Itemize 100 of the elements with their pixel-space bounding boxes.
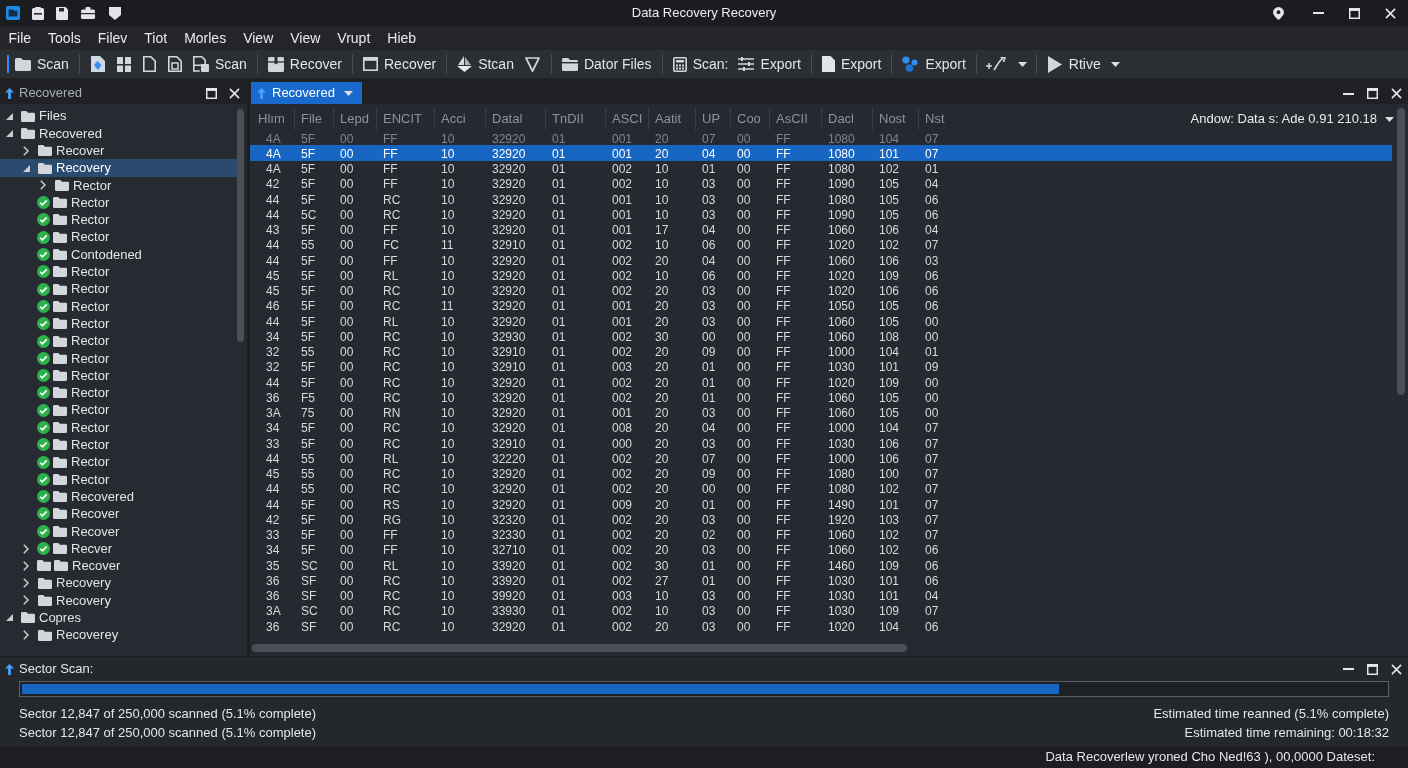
tree-item[interactable]: Copres <box>0 609 237 627</box>
tab[interactable]: Recovered <box>251 82 362 104</box>
tree-item[interactable]: Recovery <box>0 159 237 177</box>
tree-item[interactable]: Rector <box>0 194 237 212</box>
table-row[interactable]: 34 5F 00 RC 10 32930 01 002 30 00 00 FF 1060 108 00 <box>250 328 1392 344</box>
document-icon[interactable] <box>142 56 156 72</box>
maximize-icon[interactable] <box>1348 7 1360 19</box>
toolbar-button[interactable]: Export <box>733 52 806 76</box>
tree-item[interactable]: Rector <box>0 366 237 385</box>
scrollbar[interactable] <box>252 644 907 652</box>
toolbar-button[interactable]: Recover <box>358 52 442 76</box>
column-header[interactable]: Nst <box>918 108 957 130</box>
table-row[interactable]: 32 5F 00 RC 10 32910 01 003 20 01 00 FF 1030 101 09 <box>250 358 1392 374</box>
tree-item[interactable]: Recver <box>0 539 237 558</box>
menu-item[interactable]: Tiot <box>135 27 176 49</box>
table-row[interactable]: 36 F5 00 RC 10 32920 01 002 20 01 00 FF 1060 105 00 <box>250 389 1392 405</box>
tree-item[interactable]: Files <box>0 107 237 125</box>
tree-item[interactable]: Recover <box>0 522 237 540</box>
tree-item[interactable]: Rector <box>0 280 237 298</box>
app-icon[interactable] <box>6 6 20 20</box>
table-row[interactable]: 33 5F 00 RC 10 32910 01 000 20 03 00 FF 1030 106 07 <box>250 435 1392 451</box>
table-row[interactable]: 3A 75 00 RN 10 32920 01 001 20 03 00 FF 1060 105 00 <box>250 404 1392 420</box>
close-icon[interactable] <box>229 87 240 99</box>
expanded-triangle-icon[interactable] <box>6 129 13 137</box>
menu-item[interactable]: Filev <box>89 27 136 49</box>
column-header[interactable]: File <box>294 108 333 130</box>
tree-item[interactable]: Rector <box>0 384 237 402</box>
column-header[interactable]: Coo <box>730 108 769 130</box>
briefcase-icon[interactable] <box>81 7 95 19</box>
minimize-icon[interactable] <box>1342 92 1354 95</box>
tree-item[interactable]: Rector <box>0 332 237 350</box>
tree-item[interactable]: Recovered <box>0 488 237 506</box>
grid-icon[interactable] <box>116 56 131 72</box>
shield-icon[interactable] <box>109 6 121 20</box>
toolbar-button[interactable]: Stcan <box>452 52 519 76</box>
scrollbar[interactable] <box>237 109 244 342</box>
table-row[interactable]: 46 5F 00 RC 11 32920 01 001 20 03 00 FF 1050 105 06 <box>250 297 1392 313</box>
table-row[interactable]: 44 55 00 FC 11 32910 01 002 10 06 00 FF 1020 102 07 <box>250 236 1392 252</box>
column-header[interactable]: AsCII <box>769 108 821 130</box>
table-row[interactable]: 45 55 00 RC 10 32920 01 002 20 09 00 FF 1080 100 07 <box>250 465 1392 481</box>
tree-item[interactable]: Rector <box>0 349 237 367</box>
tree-item[interactable]: Recovery <box>0 574 237 592</box>
table-row[interactable]: 3A SC 00 RC 10 33930 01 002 10 03 00 FF 1030 109 07 <box>250 602 1392 618</box>
expanded-triangle-icon[interactable] <box>23 164 30 172</box>
column-header[interactable]: ENCIT <box>376 108 434 130</box>
expanded-triangle-icon[interactable] <box>6 614 13 622</box>
table-row[interactable]: 33 5F 00 FF 10 32330 01 002 20 02 00 FF 1060 102 07 <box>250 526 1392 542</box>
menu-item[interactable]: Morles <box>175 27 235 49</box>
table-row[interactable]: 42 5F 00 RG 10 32320 01 002 20 03 00 FF 1920 103 07 <box>250 511 1392 527</box>
table-row[interactable]: 44 5F 00 RS 10 32920 01 009 20 01 00 FF 1490 101 07 <box>250 496 1392 512</box>
table-row[interactable]: 34 5F 00 FF 10 32710 01 002 20 03 00 FF 1060 102 06 <box>250 541 1392 557</box>
tree-item[interactable]: Contodened <box>0 245 237 264</box>
column-header[interactable]: Lepd <box>333 108 376 130</box>
document-icon[interactable] <box>167 56 182 72</box>
clipboard-icon[interactable] <box>32 6 44 20</box>
tree-item[interactable]: Rector <box>0 263 237 281</box>
maximize-icon[interactable] <box>206 87 217 99</box>
tree-item[interactable]: Rector <box>0 436 237 454</box>
close-icon[interactable] <box>1390 663 1402 675</box>
menu-item[interactable]: Tools <box>39 27 90 49</box>
table-row[interactable]: 44 5F 00 RL 10 32920 01 001 20 03 00 FF 1060 105 00 <box>250 313 1392 329</box>
toolbar-button[interactable]: Export <box>816 52 887 76</box>
table-row[interactable]: 44 5F 00 RC 10 32920 01 001 10 03 00 FF 1080 105 06 <box>250 191 1392 207</box>
chevron-right-icon[interactable] <box>23 145 29 156</box>
table-row[interactable]: 44 5F 00 RC 10 32920 01 002 20 01 00 FF 1020 109 00 <box>250 374 1392 390</box>
document-icon[interactable] <box>90 56 105 72</box>
table-row[interactable]: 34 5F 00 RC 10 32920 01 008 20 04 00 FF 1000 104 07 <box>250 419 1392 435</box>
save-icon[interactable] <box>56 6 68 20</box>
tree-item[interactable]: Recoverey <box>0 626 237 644</box>
chevron-right-icon[interactable] <box>23 630 29 641</box>
minimize-icon[interactable] <box>1312 12 1324 14</box>
chevron-right-icon[interactable] <box>23 543 29 554</box>
table-row[interactable]: 42 5F 00 FF 10 32920 01 002 10 03 00 FF 1090 105 04 <box>250 175 1392 191</box>
table-row[interactable]: 44 5C 00 RC 10 32920 01 001 10 03 00 FF 1090 105 06 <box>250 206 1392 222</box>
toolbar-button[interactable]: Scan <box>187 52 252 76</box>
menu-item[interactable]: View <box>281 27 329 49</box>
menu-item[interactable]: View <box>234 27 282 49</box>
toolbar-button[interactable]: Dator Files <box>556 52 657 76</box>
table-row[interactable]: 32 55 00 RC 10 32910 01 002 20 09 00 FF 1000 104 01 <box>250 343 1392 359</box>
tree-item[interactable]: Recovery <box>0 591 237 610</box>
table-row[interactable]: 36 SF 00 RC 10 39920 01 003 10 03 00 FF 1030 101 04 <box>250 587 1392 603</box>
tree-item[interactable]: Recover <box>0 557 237 575</box>
menu-item[interactable]: File <box>0 27 40 49</box>
column-header[interactable]: ASCI <box>605 108 648 130</box>
table-row[interactable]: 36 SF 00 RC 10 33920 01 002 27 01 00 FF 1030 101 06 <box>250 572 1392 588</box>
maximize-icon[interactable] <box>1366 663 1378 675</box>
table-row[interactable]: 4A 5F 00 FF 10 32920 01 001 20 07 00 FF 1080 104 07 <box>250 130 1392 146</box>
column-header[interactable]: Hlım <box>250 108 294 130</box>
table-row[interactable]: 44 5F 00 FF 10 32920 01 002 20 04 00 FF 1060 106 03 <box>250 252 1392 268</box>
table-row[interactable]: 4A 5F 00 FF 10 32920 01 001 20 04 00 FF 1080 101 07 <box>250 145 1392 161</box>
tree-item[interactable]: Rector <box>0 315 237 333</box>
maximize-icon[interactable] <box>1366 88 1378 99</box>
toolbar-button[interactable]: Recover <box>262 52 347 76</box>
tree-item[interactable]: Rector <box>0 453 237 471</box>
tree-item[interactable]: Rector <box>0 418 237 437</box>
column-header[interactable]: Dacl <box>821 108 872 130</box>
tree-item[interactable]: Rector <box>0 176 237 194</box>
column-header[interactable]: Datal <box>485 108 545 130</box>
table-row[interactable]: 45 5F 00 RC 10 32920 01 002 20 03 00 FF 1020 106 06 <box>250 282 1392 298</box>
tree-item[interactable]: Rector <box>0 297 237 316</box>
